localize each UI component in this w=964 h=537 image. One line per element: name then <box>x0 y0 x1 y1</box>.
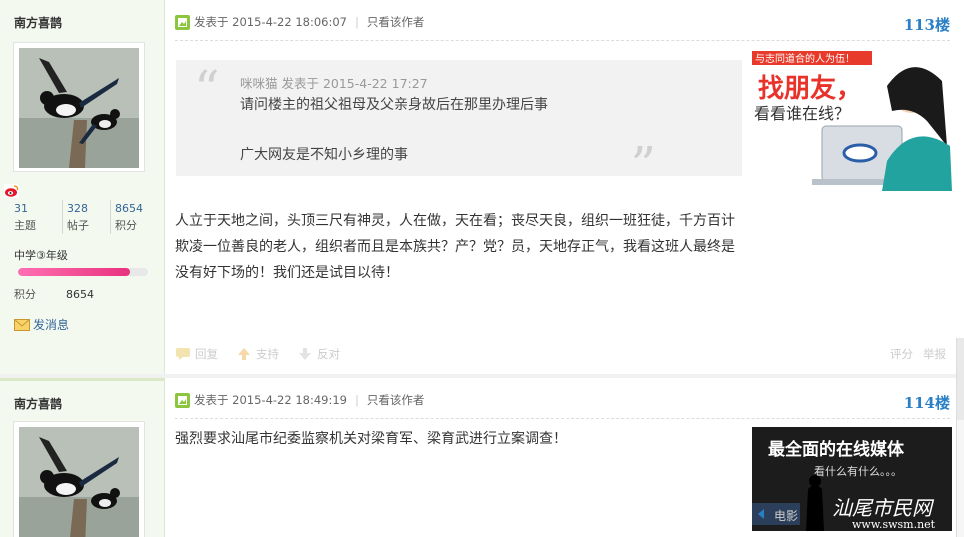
meta-divider: | <box>354 15 359 29</box>
online-status-icon <box>175 392 190 408</box>
avatar[interactable] <box>13 421 145 537</box>
ad-tab-text: 电影 <box>774 509 798 523</box>
meta-divider: | <box>354 393 359 407</box>
author-sidebar: 南方喜鹊 <box>0 378 165 537</box>
ad-brand-text: 汕尾市民网 <box>832 496 935 520</box>
author-sidebar: 南方喜鹊 <box>0 0 165 378</box>
points-value: 8654 <box>66 288 94 301</box>
report-link[interactable]: 举报 <box>923 346 946 362</box>
stat-topics-value: 31 <box>14 202 28 215</box>
meta-divider-line <box>175 40 950 41</box>
post-actions: 回复 支持 反对 <box>175 346 340 362</box>
user-grade[interactable]: 中学③年级 <box>14 247 68 263</box>
post-time: 发表于 2015-4-22 18:49:19 <box>194 393 347 407</box>
author-stats: 31 主题 328 帖子 8654 积分 <box>14 200 158 234</box>
ad-title-text: 最全面的在线媒体 <box>768 439 905 460</box>
stat-points-value: 8654 <box>115 202 143 215</box>
post-113: 南方喜鹊 31 主题 328 帖子 8654 积分 中学③年级 积分 8654 … <box>0 0 964 378</box>
stat-posts[interactable]: 328 帖子 <box>62 200 110 234</box>
ad-sub-text: 看看谁在线？ <box>754 104 850 123</box>
ad-top-text: 与志同道合的人为伍！ <box>755 52 855 65</box>
support-label: 支持 <box>256 347 279 361</box>
quote-line: 请问楼主的祖父祖母及父亲身故后在那里办理后事 <box>240 97 548 113</box>
only-author-link[interactable]: 只看该作者 <box>367 392 425 408</box>
post-body: 强烈要求汕尾市纪委监察机关对梁育军、梁育武进行立案调查！ <box>175 431 567 447</box>
thumb-up-icon <box>238 348 250 360</box>
stat-topics-label: 主题 <box>14 219 36 232</box>
stat-posts-value: 328 <box>67 202 88 215</box>
send-message-link[interactable]: 发消息 <box>14 316 69 333</box>
post-114: 南方喜鹊 发表于 2015-4-22 18:49:19 | 只看该作者 114楼… <box>0 378 964 537</box>
stat-points-label: 积分 <box>115 219 137 232</box>
magpie-avatar-image <box>19 48 139 168</box>
ad-big-text: 找朋友， <box>758 74 862 104</box>
post-right-actions: 评分 举报 <box>890 346 946 362</box>
stat-posts-label: 帖子 <box>67 219 89 232</box>
post-content: 发表于 2015-4-22 18:49:19 | 只看该作者 114楼 强烈要求… <box>165 378 964 537</box>
author-username[interactable]: 南方喜鹊 <box>14 395 62 412</box>
oppose-button[interactable]: 反对 <box>297 346 340 362</box>
floor-number[interactable]: 114楼 <box>904 392 950 413</box>
post-meta: 发表于 2015-4-22 18:06:07 | 只看该作者 <box>175 14 424 30</box>
thumb-down-icon <box>299 348 311 360</box>
online-media-ad[interactable]: 最全面的在线媒体 看什么有什么。。。 电影 汕尾市民网 www.swsm.net <box>752 427 952 531</box>
reply-button[interactable]: 回复 <box>175 346 218 362</box>
envelope-icon <box>14 318 30 331</box>
ad-url-text: www.swsm.net <box>852 518 936 531</box>
stat-topics[interactable]: 31 主题 <box>14 200 62 234</box>
author-username[interactable]: 南方喜鹊 <box>14 14 62 31</box>
quote-block: “ 咪咪猫 发表于 2015-4-22 17:27 请问楼主的祖父祖母及父亲身故… <box>176 60 742 190</box>
magpie-avatar-image <box>19 427 139 537</box>
grade-progress-bar <box>18 268 148 276</box>
avatar[interactable] <box>13 42 145 172</box>
post-content: 发表于 2015-4-22 18:06:07 | 只看该作者 113楼 “ 咪咪… <box>165 0 964 378</box>
send-message-label: 发消息 <box>33 318 70 332</box>
oppose-label: 反对 <box>317 347 340 361</box>
open-quote-icon: “ <box>194 60 220 118</box>
rate-link[interactable]: 评分 <box>890 346 913 362</box>
forum-thread-page: 南方喜鹊 31 主题 328 帖子 8654 积分 中学③年级 积分 8654 … <box>0 0 964 537</box>
grade-progress-fill <box>18 268 130 276</box>
post-meta: 发表于 2015-4-22 18:49:19 | 只看该作者 <box>175 392 424 408</box>
post-time: 发表于 2015-4-22 18:06:07 <box>194 15 347 29</box>
support-button[interactable]: 支持 <box>236 346 279 362</box>
quote-author[interactable]: 咪咪猫 发表于 2015-4-22 17:27 <box>240 73 428 92</box>
floor-number[interactable]: 113楼 <box>904 14 950 35</box>
quote-line: 广大网友是不知小乡理的事 <box>240 147 408 163</box>
reply-label: 回复 <box>195 347 218 361</box>
post-body: 人立于天地之间，头顶三尺有神灵，人在做，天在看；丧尽天良，组织一班狂徒，千方百计… <box>175 213 735 281</box>
stat-points[interactable]: 8654 积分 <box>110 200 158 234</box>
scrollbar-track[interactable] <box>956 420 964 537</box>
points-label: 积分 <box>14 288 36 301</box>
reply-icon <box>176 348 190 360</box>
scrollbar-thumb[interactable] <box>956 338 964 420</box>
online-status-icon <box>175 14 190 30</box>
only-author-link[interactable]: 只看该作者 <box>367 14 425 30</box>
weibo-icon[interactable] <box>4 184 19 198</box>
ad-sub-text: 看什么有什么。。。 <box>814 464 902 478</box>
points-row: 积分 8654 <box>14 286 94 302</box>
close-quote-icon: ” <box>630 136 656 194</box>
find-friends-ad[interactable]: 与志同道合的人为伍！ 找朋友， 看看谁在线？ <box>752 51 952 191</box>
meta-divider-line <box>175 418 950 419</box>
